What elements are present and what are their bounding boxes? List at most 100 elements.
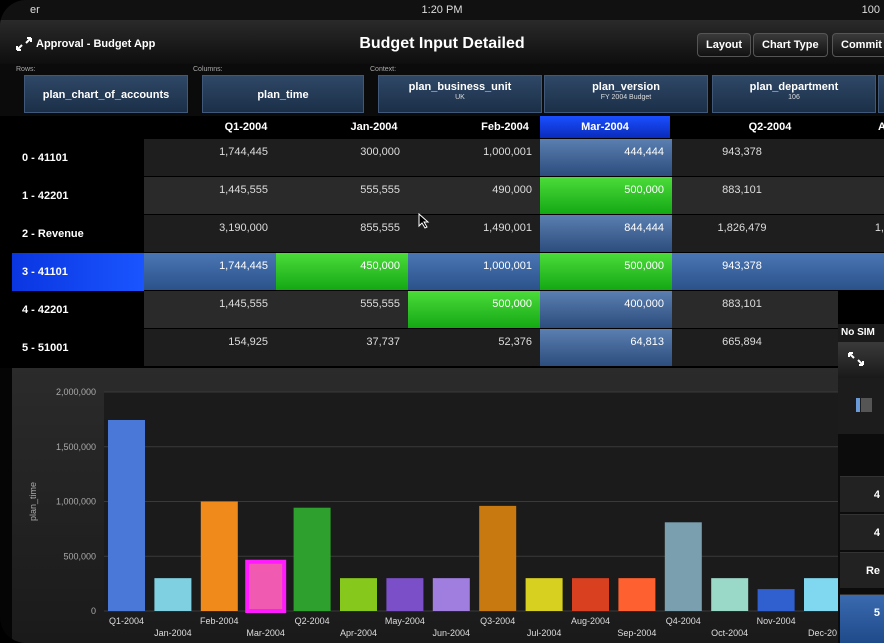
grid-cell[interactable]: 883,101 [672, 177, 812, 214]
grid-cell[interactable]: 555,555 [276, 291, 408, 328]
data-grid: Q1-2004 Jan-2004 Feb-2004 Mar-2004 Q2-20… [0, 116, 884, 368]
chart-bar [525, 578, 563, 611]
side-list-item[interactable]: 4 [840, 514, 884, 550]
grid-cell[interactable]: 1, [812, 215, 884, 252]
grid-cell[interactable]: 1,000,001 [408, 139, 540, 176]
grid-cell[interactable]: 3,190,000 [144, 215, 276, 252]
y-axis-label: plan_time [28, 482, 38, 521]
row-dimension-button[interactable]: plan_chart_of_accounts [24, 75, 188, 113]
row-header[interactable]: 5 - 51001 [12, 329, 144, 367]
row-dimension-label: plan_chart_of_accounts [42, 89, 170, 101]
context-department-button[interactable]: plan_department 106 [712, 75, 876, 113]
x-tick-label: Nov-2004 [757, 616, 796, 626]
commit-button[interactable]: Commit [832, 33, 884, 57]
grid-cell[interactable]: 490,000 [408, 177, 540, 214]
status-bar: er 1:20 PM 100 [0, 0, 884, 20]
grid-cell[interactable]: 883,101 [672, 291, 812, 328]
column-header[interactable]: A [872, 116, 884, 138]
grid-cell[interactable]: 1,445,555 [144, 291, 276, 328]
row-header-selected[interactable]: 3 - 41101 [12, 253, 144, 291]
context-value: FY 2004 Budget [600, 94, 652, 101]
context-more-button[interactable] [878, 75, 884, 113]
x-tick-label: Apr-2004 [340, 628, 377, 638]
header-bar: Approval - Budget App Budget Input Detai… [0, 20, 884, 65]
grid-cell[interactable]: 1,445,555 [144, 177, 276, 214]
x-tick-label: Sep-2004 [617, 628, 656, 638]
context-name: plan_business_unit [408, 81, 512, 93]
row-header[interactable]: 0 - 41101 [12, 139, 144, 177]
grid-cell[interactable] [812, 177, 884, 214]
grid-cell[interactable]: 855,555 [276, 215, 408, 252]
side-panel-header [838, 342, 884, 378]
context-version-button[interactable]: plan_version FY 2004 Budget [544, 75, 708, 113]
column-header[interactable]: Jan-2004 [324, 116, 424, 138]
side-panel-toolbar [838, 378, 884, 434]
column-dimension-button[interactable]: plan_time [202, 75, 364, 113]
list-view-icon[interactable] [856, 398, 872, 412]
y-tick-label: 0 [91, 606, 96, 616]
grid-cell-edited[interactable]: 450,000 [276, 253, 408, 290]
grid-cell[interactable]: 37,737 [276, 329, 408, 366]
grid-cell[interactable]: 1,744,445 [144, 139, 276, 176]
clock: 1:20 PM [421, 4, 463, 16]
grid-cell[interactable]: 1,000,001 [408, 253, 540, 290]
x-tick-label: Oct-2004 [711, 628, 748, 638]
chart-bar [757, 589, 795, 611]
x-tick-label: Jul-2004 [527, 628, 562, 638]
grid-cell[interactable] [812, 291, 838, 328]
grid-cell[interactable]: 1,744,445 [144, 253, 276, 290]
grid-cell-edited[interactable]: 500,000 [540, 177, 672, 214]
chart-bar [245, 559, 287, 614]
grid-cell[interactable]: 154,925 [144, 329, 276, 366]
x-tick-label: Aug-2004 [571, 616, 610, 626]
side-list-item[interactable]: 4 [840, 476, 884, 512]
grid-cell[interactable] [812, 329, 838, 366]
row-header[interactable]: 2 - Revenue [12, 215, 144, 253]
grid-cell[interactable] [812, 253, 884, 290]
chart-bar [154, 578, 192, 611]
chart-bar [200, 501, 238, 611]
grid-cell[interactable]: 300,000 [276, 139, 408, 176]
grid-cell[interactable]: 943,378 [672, 139, 812, 176]
column-header[interactable]: Q1-2004 [196, 116, 296, 138]
x-tick-label: Q1-2004 [109, 616, 144, 626]
side-list-item-selected[interactable]: 5 [840, 594, 884, 643]
column-header[interactable]: Q2-2004 [720, 116, 820, 138]
columns-label: Columns: [193, 66, 223, 73]
layout-button[interactable]: Layout [697, 33, 752, 57]
chart-type-button[interactable]: Chart Type [753, 33, 828, 57]
context-label: Context: [370, 66, 397, 73]
column-header-selected[interactable]: Mar-2004 [540, 116, 670, 138]
dimension-bar: Rows: Columns: Context: plan_chart_of_ac… [0, 64, 884, 116]
grid-cell[interactable]: 400,000 [540, 291, 672, 328]
chart-bar [293, 507, 331, 611]
x-tick-label: May-2004 [385, 616, 425, 626]
chart-bar [804, 578, 841, 611]
grid-cell[interactable]: 943,378 [672, 253, 812, 290]
grid-cell[interactable]: 52,376 [408, 329, 540, 366]
grid-cell[interactable]: 844,444 [540, 215, 672, 252]
grid-cell[interactable]: 1,826,479 [672, 215, 812, 252]
context-business-unit-button[interactable]: plan_business_unit UK [378, 75, 542, 113]
context-value: 106 [788, 94, 800, 101]
side-list-item[interactable]: Re [840, 552, 884, 588]
grid-cell[interactable]: 665,894 [672, 329, 812, 366]
context-name: plan_department [749, 81, 839, 93]
grid-cell[interactable] [812, 139, 884, 176]
row-header[interactable]: 1 - 42201 [12, 177, 144, 215]
x-tick-label: Jun-2004 [433, 628, 471, 638]
grid-cell[interactable]: 555,555 [276, 177, 408, 214]
resize-icon[interactable] [848, 352, 864, 366]
grid-cell[interactable]: 64,813 [540, 329, 672, 366]
grid-cell-edited[interactable]: 500,000 [408, 291, 540, 328]
bar-chart[interactable]: 0 500,000 1,000,000 1,500,000 2,000,000 plan_… [12, 368, 841, 643]
grid-cell[interactable]: 444,444 [540, 139, 672, 176]
chart-bar [432, 578, 470, 611]
row-header[interactable]: 4 - 42201 [12, 291, 144, 329]
x-tick-label: Dec-20 [808, 628, 837, 638]
chart-bar [340, 578, 377, 611]
chart-bar [108, 419, 145, 611]
x-tick-label: Mar-2004 [246, 628, 285, 638]
grid-cell-edited[interactable]: 500,000 [540, 253, 672, 290]
x-tick-label: Jan-2004 [154, 628, 192, 638]
